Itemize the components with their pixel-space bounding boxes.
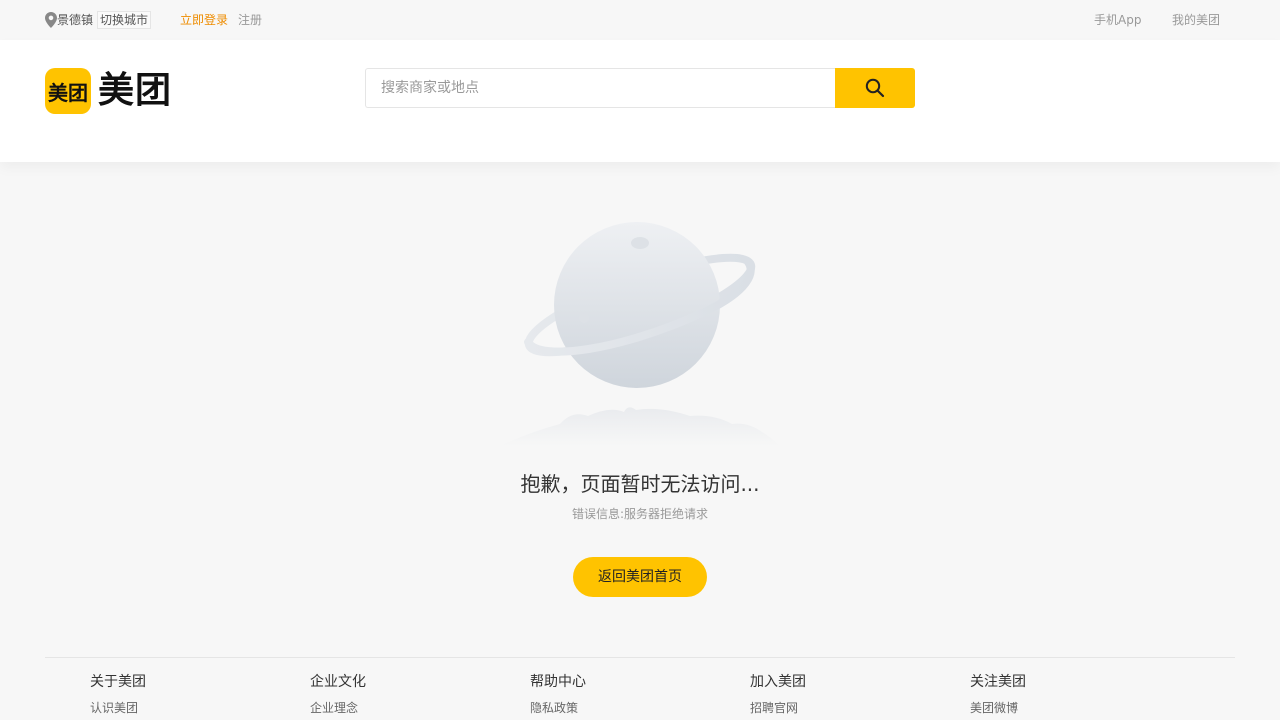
footer-link[interactable]: 认识美团 [90, 700, 290, 716]
current-city: 景德镇 [57, 13, 94, 27]
error-title: 抱歉，页面暂时无法访问... [520, 472, 760, 496]
logo-badge[interactable]: 美团 [45, 68, 91, 114]
login-link[interactable]: 立即登录 [180, 12, 228, 28]
logo-text[interactable]: 美团 [98, 68, 172, 114]
footer-column-about: 关于美团 认识美团 [90, 674, 290, 716]
footer-column-title: 帮助中心 [530, 674, 586, 690]
footer-link[interactable]: 隐私政策 [530, 700, 730, 716]
switch-city-button[interactable]: 切换城市 [97, 11, 152, 29]
footer-column-help: 帮助中心 隐私政策 [530, 674, 730, 716]
footer-column-title: 加入美团 [750, 674, 806, 690]
footer-column-title: 关于美团 [90, 674, 146, 690]
footer-column-title: 企业文化 [310, 674, 366, 690]
search-input[interactable] [365, 68, 837, 108]
location-pin-icon [45, 12, 57, 28]
footer-divider [45, 657, 1235, 658]
planet-illustration [500, 222, 780, 446]
footer-column-title: 关注美团 [970, 674, 1026, 690]
mobile-app-link[interactable]: 手机App [1094, 12, 1141, 28]
my-meituan-link[interactable]: 我的美团 [1172, 12, 1220, 28]
footer-link[interactable]: 企业理念 [310, 700, 510, 716]
footer-link[interactable]: 美团微博 [970, 700, 1170, 716]
register-link[interactable]: 注册 [238, 12, 262, 28]
footer-column-join: 加入美团 招聘官网 [750, 674, 950, 716]
footer-column-culture: 企业文化 企业理念 [310, 674, 510, 716]
search-icon [865, 78, 885, 98]
error-info: 错误信息:服务器拒绝请求 [571, 507, 709, 521]
back-home-button[interactable]: 返回美团首页 [573, 557, 707, 597]
header: 美团 美团 [0, 40, 1280, 162]
top-bar: 景德镇 切换城市 立即登录 注册 手机App 我的美团 [0, 0, 1280, 40]
footer-column-follow: 关注美团 美团微博 [970, 674, 1170, 716]
search-button[interactable] [835, 68, 915, 108]
footer-link[interactable]: 招聘官网 [750, 700, 950, 716]
